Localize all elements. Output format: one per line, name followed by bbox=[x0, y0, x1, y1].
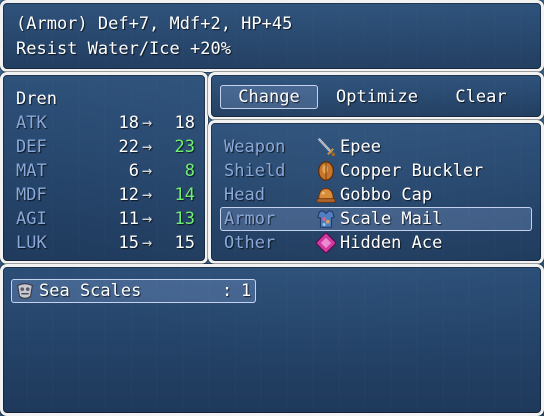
change-button[interactable]: Change bbox=[224, 85, 314, 109]
command-window: Change Optimize Clear bbox=[208, 72, 544, 120]
param-new-atk: 18 bbox=[174, 113, 195, 133]
slot-label-shield: Shield bbox=[224, 161, 286, 181]
slot-label-weapon: Weapon bbox=[224, 137, 286, 157]
item-list-window: Sea Scales : 1 bbox=[0, 264, 544, 416]
help-text-line-2: Resist Water/Ice +20% bbox=[16, 39, 231, 59]
status-window: Dren ATK 18 → 18 DEF 22 → 23 MAT 6 → 8 M… bbox=[0, 72, 208, 264]
param-current-mat: 6 bbox=[128, 161, 139, 181]
param-current-mdf: 12 bbox=[118, 185, 139, 205]
param-new-luk: 15 bbox=[174, 233, 195, 253]
help-window: (Armor) Def+7, Mdf+2, HP+45 Resist Water… bbox=[0, 0, 544, 72]
param-new-agi: 13 bbox=[174, 209, 195, 229]
optimize-button[interactable]: Optimize bbox=[328, 85, 426, 109]
slot-label-head: Head bbox=[224, 185, 265, 205]
help-text-line-1: (Armor) Def+7, Mdf+2, HP+45 bbox=[16, 14, 293, 34]
arrow-icon: → bbox=[142, 209, 153, 229]
param-name-mat: MAT bbox=[16, 161, 47, 181]
param-new-mdf: 14 bbox=[174, 185, 195, 205]
param-name-def: DEF bbox=[16, 137, 47, 157]
param-name-mdf: MDF bbox=[16, 185, 47, 205]
clear-button[interactable]: Clear bbox=[432, 85, 530, 109]
param-current-def: 22 bbox=[118, 137, 139, 157]
equip-item-weapon[interactable]: Epee bbox=[340, 135, 381, 159]
item-count-separator: : bbox=[222, 281, 233, 301]
param-name-atk: ATK bbox=[16, 113, 47, 133]
param-current-luk: 15 bbox=[118, 233, 139, 253]
sword-icon bbox=[317, 137, 336, 157]
arrow-icon: → bbox=[142, 113, 153, 133]
param-name-luk: LUK bbox=[16, 233, 47, 253]
arrow-icon: → bbox=[142, 233, 153, 253]
sea-scales-icon bbox=[17, 283, 33, 299]
item-count: 1 bbox=[241, 281, 252, 301]
scale-mail-icon bbox=[317, 210, 335, 228]
equip-slot-window: Weapon Epee Shield Copper Buckler Head G… bbox=[208, 120, 544, 264]
actor-name: Dren bbox=[16, 89, 57, 109]
arrow-icon: → bbox=[142, 185, 153, 205]
item-name[interactable]: Sea Scales bbox=[39, 279, 141, 303]
equip-item-armor[interactable]: Scale Mail bbox=[340, 207, 442, 231]
equip-item-shield[interactable]: Copper Buckler bbox=[340, 159, 483, 183]
arrow-icon: → bbox=[142, 161, 153, 181]
param-current-atk: 18 bbox=[118, 113, 139, 133]
equip-item-other[interactable]: Hidden Ace bbox=[340, 231, 442, 255]
buckler-icon bbox=[318, 161, 334, 181]
slot-label-other: Other bbox=[224, 233, 276, 253]
arrow-icon: → bbox=[142, 137, 153, 157]
cap-icon bbox=[316, 188, 336, 203]
param-name-agi: AGI bbox=[16, 209, 47, 229]
param-new-mat: 8 bbox=[184, 161, 195, 181]
param-current-agi: 11 bbox=[118, 209, 139, 229]
equip-item-head[interactable]: Gobbo Cap bbox=[340, 183, 432, 207]
param-new-def: 23 bbox=[174, 137, 195, 157]
slot-label-armor: Armor bbox=[224, 209, 276, 229]
card-icon bbox=[315, 232, 337, 254]
